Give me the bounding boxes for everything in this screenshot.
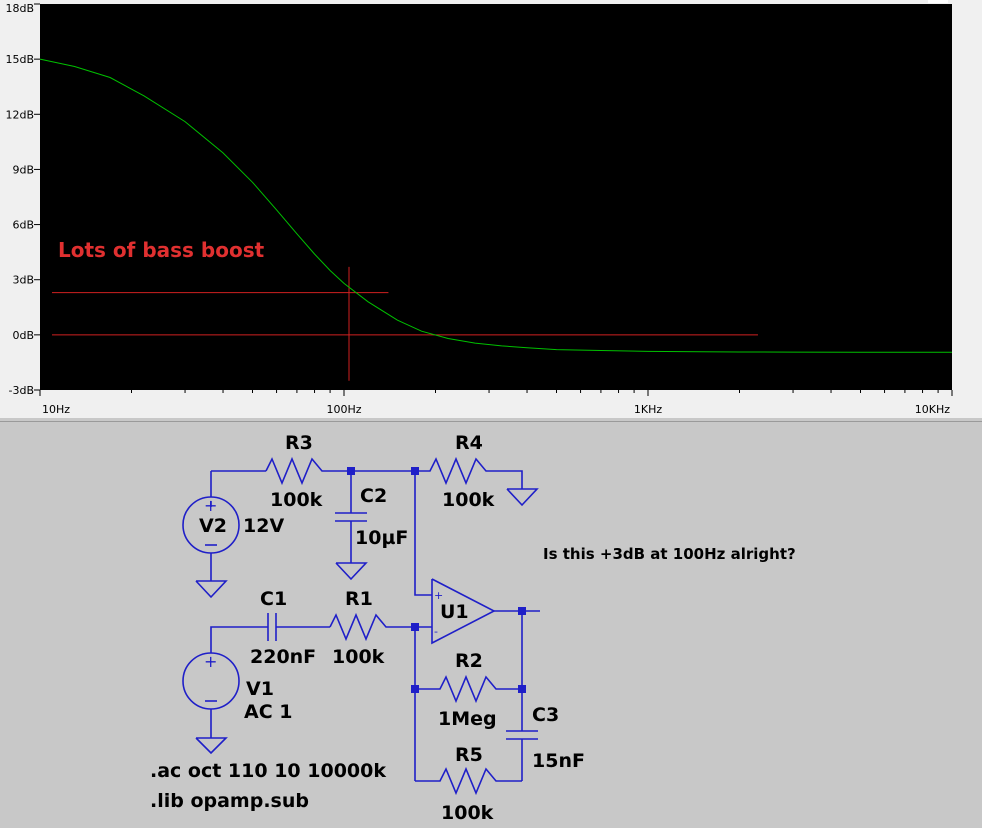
ground-symbol [195,580,228,599]
c3-label: C3 [532,704,559,726]
c2-capacitor[interactable] [335,512,367,522]
c3-capacitor[interactable] [506,730,538,740]
v1-label: V1 [246,678,274,700]
r5-resistor[interactable] [415,766,522,796]
y-axis: 18dB 15dB 12dB 9dB 6dB 3dB 0dB -3dB [5,2,40,397]
x-tick-label: 10Hz [42,403,70,416]
spice-directive-ac[interactable]: .ac oct 110 10 10000k [150,760,386,782]
waveform-viewer: 18dB 15dB 12dB 9dB 6dB 3dB 0dB -3dB 10Hz 100Hz 1K… [0,0,982,418]
r4-resistor[interactable] [415,456,523,489]
c2-label: C2 [360,485,387,507]
v1-value: AC 1 [244,701,292,723]
y-tick-label: 15dB [5,53,34,66]
svg-text:+: + [204,652,217,671]
c1-capacitor[interactable] [267,613,277,641]
v1-voltage-source[interactable]: + [182,652,240,710]
window-corner [928,0,948,3]
r1-label: R1 [345,588,373,610]
v2-value: 12V [243,515,284,537]
plot-area[interactable] [40,4,952,390]
x-tick-label: 1KHz [634,403,662,416]
y-tick-label: 0dB [12,329,34,342]
r1-resistor[interactable] [329,612,415,642]
bode-plot[interactable]: 18dB 15dB 12dB 9dB 6dB 3dB 0dB -3dB 10Hz 100Hz 1K… [0,0,982,418]
y-tick-label: 12dB [5,108,34,121]
r2-resistor[interactable] [415,674,522,704]
x-tick-label: 100Hz [326,403,361,416]
c1-label: C1 [260,588,287,610]
x-tick-label: 10KHz [915,403,950,416]
c1-value: 220nF [250,646,316,668]
r2-value: 1Meg [438,708,497,730]
r1-value: 100k [332,646,385,668]
spice-directive-lib[interactable]: .lib opamp.sub [150,790,309,812]
schematic-editor[interactable]: + + - + R3 100k R4 100k C2 10µF V2 12V C… [0,421,982,828]
y-tick-label: 18dB [5,2,34,15]
r5-label: R5 [455,744,483,766]
y-tick-label: 9dB [12,163,34,176]
r3-value: 100k [270,489,323,511]
comment-note[interactable]: Is this +3dB at 100Hz alright? [543,545,796,563]
r3-resistor[interactable] [265,456,350,486]
r3-label: R3 [285,432,313,454]
v2-label: V2 [199,515,227,537]
ground-symbol [195,737,228,755]
c3-value: 15nF [532,750,585,772]
plot-annotation: Lots of bass boost [58,238,265,262]
svg-text:-: - [434,625,438,638]
y-tick-label: 3dB [12,274,34,287]
u1-label: U1 [440,601,469,623]
x-axis: 10Hz 100Hz 1KHz 10KHz [39,390,953,416]
schematic-canvas[interactable]: + + - + R3 100k R4 100k C2 10µF V2 12V C… [0,422,982,828]
r5-value: 100k [441,802,494,824]
r4-label: R4 [455,432,483,454]
y-tick-label: 6dB [12,219,34,232]
r4-value: 100k [442,489,495,511]
y-tick-label: -3dB [9,384,35,397]
ground-symbol [335,562,368,581]
c2-value: 10µF [355,527,408,549]
ground-symbol [506,488,539,507]
r2-label: R2 [455,650,483,672]
svg-text:+: + [204,496,217,515]
